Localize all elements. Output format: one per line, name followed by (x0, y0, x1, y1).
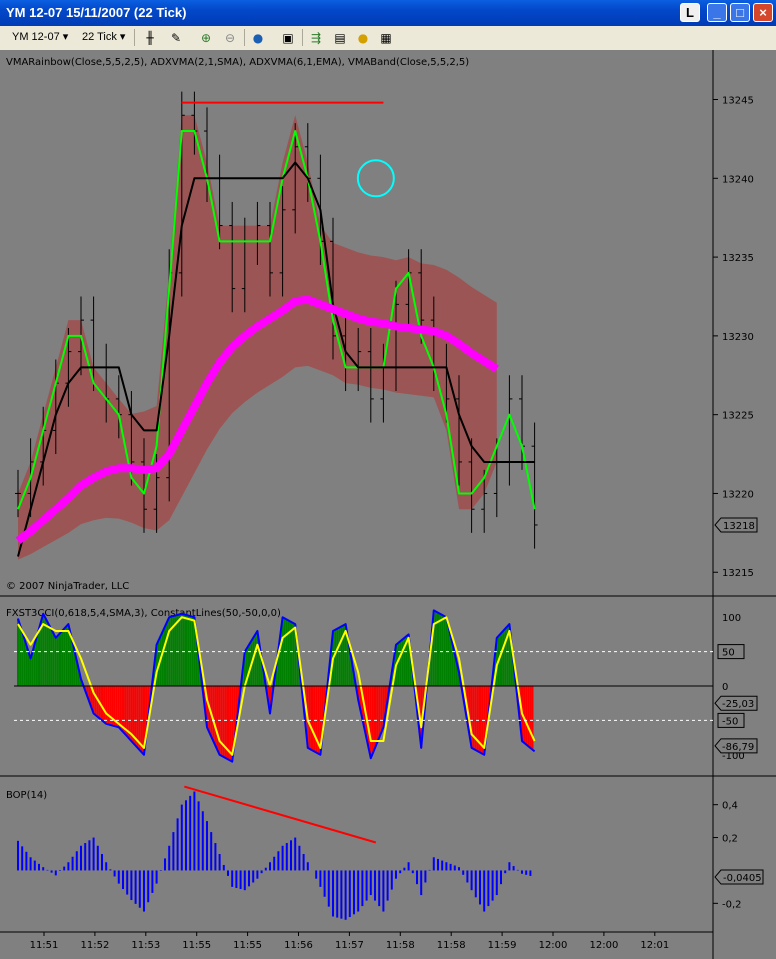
toolbar-divider (244, 29, 245, 46)
toolbar-divider (134, 29, 135, 46)
indicator-icon[interactable]: ▤ (332, 30, 348, 46)
strategy-icon[interactable]: ⇶ (308, 30, 324, 46)
time-tick-label: 11:51 (30, 940, 59, 951)
price-tick-label: 13225 (722, 411, 754, 422)
price-panel-title: VMARainbow(Close,5,5,2,5), ADXVMA(2,1,SM… (6, 57, 469, 68)
time-tick-label: 11:58 (437, 940, 466, 951)
maximize-button[interactable]: □ (730, 3, 750, 22)
last-price-label: 13218 (723, 521, 755, 532)
bop-tick-label: -0,2 (722, 899, 742, 910)
bop-tick-label: 0,2 (722, 834, 738, 845)
title-bar: YM 12-07 15/11/2007 (22 Tick) L _ □ × (0, 0, 776, 26)
chart-toolbar: YM 12-07 ▾ 22 Tick ▾ ╫ ✎ ⊕ ⊖ ● ▣ ⇶ ▤ ● ▦ (0, 26, 776, 51)
time-tick-label: 11:55 (233, 940, 262, 951)
cci-tick-label: 0 (722, 682, 728, 693)
window-title: YM 12-07 15/11/2007 (22 Tick) (6, 5, 187, 20)
time-tick-label: 11:53 (131, 940, 160, 951)
price-tick-label: 13230 (722, 332, 754, 343)
time-tick-label: 12:00 (589, 940, 618, 951)
interval-label: 22 Tick (82, 31, 117, 43)
bar-style-icon[interactable]: ╫ (142, 30, 158, 46)
minimize-button[interactable]: _ (707, 3, 727, 22)
price-tick-label: 13220 (722, 489, 754, 500)
close-button[interactable]: × (753, 3, 773, 22)
time-tick-label: 12:01 (640, 940, 669, 951)
price-tick-label: 13235 (722, 253, 754, 264)
bop-last-value-label: -0,0405 (723, 873, 762, 884)
price-tick-label: 13240 (722, 174, 754, 185)
price-tick-label: 13245 (722, 96, 754, 107)
chart-canvas[interactable]: VMARainbow(Close,5,5,2,5), ADXVMA(2,1,SM… (0, 50, 776, 959)
zoom-in-icon[interactable]: ⊕ (198, 30, 214, 46)
instrument-selector[interactable]: YM 12-07 ▾ (12, 29, 68, 46)
cci-constant-label: 50 (722, 648, 735, 659)
zoom-out-icon[interactable]: ⊖ (222, 30, 238, 46)
time-tick-label: 11:58 (386, 940, 415, 951)
time-tick-label: 11:55 (182, 940, 211, 951)
cci-constant-label: -50 (722, 716, 738, 727)
globe-icon[interactable]: ● (250, 30, 266, 46)
data-box-icon[interactable]: ▦ (378, 30, 394, 46)
cci-panel-title: FXST3CCI(0,618,5,4,SMA,3), ConstantLines… (6, 608, 281, 619)
copyright-text: © 2007 NinjaTrader, LLC (6, 581, 129, 592)
toolbar-divider (302, 29, 303, 46)
link-button[interactable]: L (680, 3, 700, 22)
bop-panel-title: BOP(14) (6, 790, 47, 801)
time-tick-label: 12:00 (539, 940, 568, 951)
instrument-label: YM 12-07 (12, 31, 60, 43)
interval-selector[interactable]: 22 Tick ▾ (82, 29, 125, 46)
price-tick-label: 13215 (722, 568, 754, 579)
time-tick-label: 11:52 (80, 940, 109, 951)
cci-last-value-label: -86,79 (722, 742, 754, 753)
properties-icon[interactable]: ▣ (280, 30, 296, 46)
coin-icon[interactable]: ● (355, 30, 371, 46)
time-tick-label: 11:59 (488, 940, 517, 951)
bop-tick-label: 0,4 (722, 801, 738, 812)
draw-pen-icon[interactable]: ✎ (168, 30, 184, 46)
cci-last-value-label: -25,03 (722, 699, 754, 710)
time-tick-label: 11:57 (335, 940, 364, 951)
cci-tick-label: 100 (722, 613, 741, 624)
time-tick-label: 11:56 (284, 940, 313, 951)
